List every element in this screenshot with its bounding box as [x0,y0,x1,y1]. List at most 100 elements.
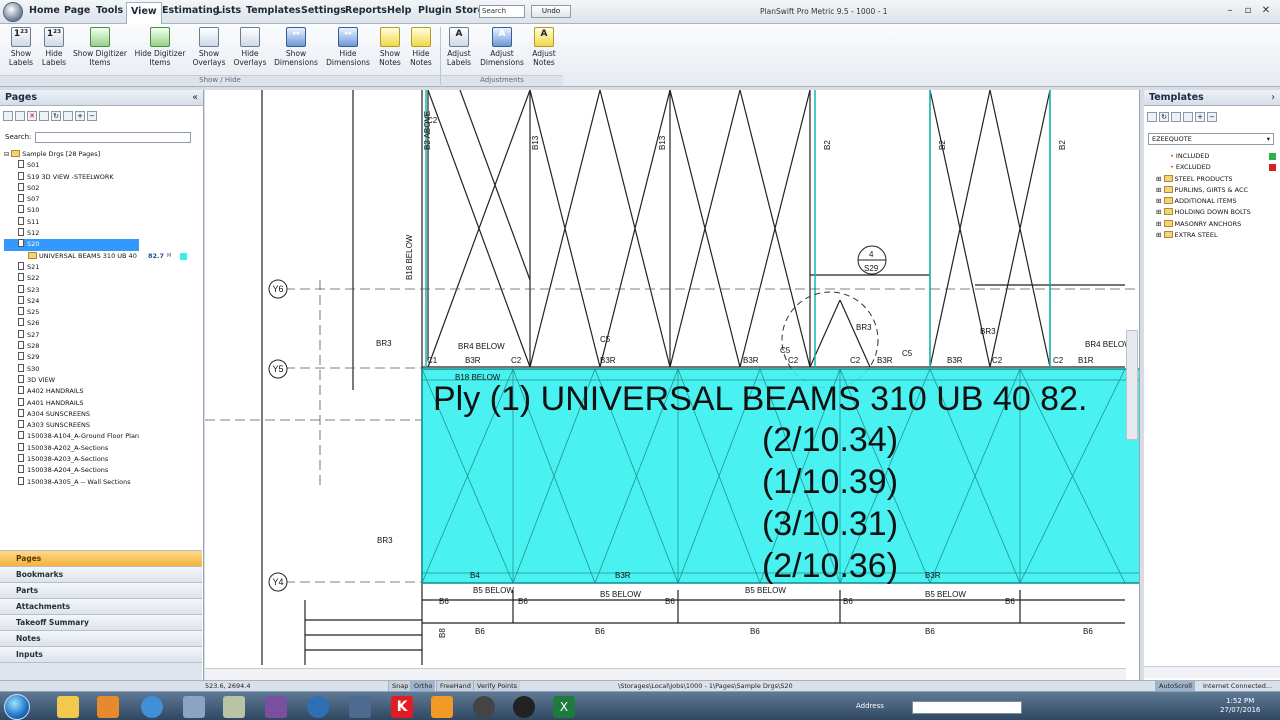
page-item[interactable]: 150038-A305_A -- Wall Sections [4,476,139,488]
page-item[interactable]: S28 [4,341,139,352]
menu-home[interactable]: Home [29,5,60,16]
page-item[interactable]: 150038-A203_A-Sections [4,454,139,465]
menu-lists[interactable]: Lists [216,5,241,16]
page-item[interactable]: S25 [4,307,139,318]
app-menu-button[interactable] [3,2,23,22]
collapse-all-icon[interactable]: − [1207,112,1217,122]
verify-points-toggle[interactable]: Verify Points [473,681,521,691]
taskbar-explorer[interactable] [50,694,86,719]
menu-settings[interactable]: Settings [301,5,346,16]
taskbar-ie[interactable] [134,694,170,719]
page-item[interactable]: S29 [4,352,139,363]
page-item[interactable]: S07 [4,194,139,205]
show-digitizer-button[interactable]: Show Digitizer Items [73,27,127,67]
page-item[interactable]: S10 [4,205,139,216]
close-icon[interactable]: ✕ [1258,5,1274,16]
properties-icon[interactable] [63,111,73,121]
template-folder[interactable]: ⊞ ADDITIONAL ITEMS [1150,196,1276,207]
taskbar-outlook[interactable] [424,694,460,719]
taskbar-app[interactable] [216,694,252,719]
freehand-toggle[interactable]: FreeHand [436,681,474,691]
template-folder[interactable]: ⊞ MASONRY ANCHORS [1150,219,1276,230]
template-item-excluded[interactable]: • EXCLUDED [1150,162,1276,173]
hide-overlays-button[interactable]: Hide Overlays [232,27,268,67]
taskbar-app[interactable] [258,694,294,719]
refresh-icon[interactable]: ↻ [1159,112,1169,122]
taskbar-app[interactable] [300,694,336,719]
nav-pages[interactable]: Pages [0,550,202,566]
page-item[interactable]: S26 [4,318,139,329]
page-item[interactable]: S24 [4,295,139,307]
page-item[interactable]: S12 [4,228,139,239]
template-dropdown[interactable]: EZEEQUOTE ▾ [1148,133,1274,145]
taskbar-app[interactable] [176,694,212,719]
open-icon[interactable] [1147,112,1157,122]
delete-icon[interactable]: ✕ [27,111,37,121]
autoscroll-toggle[interactable]: AutoScroll [1155,681,1195,691]
hide-dimensions-button[interactable]: ↔ Hide Dimensions [325,27,371,67]
taskbar-app[interactable] [466,694,502,719]
page-item[interactable]: S27 [4,329,139,341]
taskbar-app[interactable] [342,694,378,719]
page-item[interactable]: A303 SUNSCREENS [4,420,139,431]
clock[interactable]: 1:52 PM 27/07/2016 [1220,697,1260,715]
nav-attachments[interactable]: Attachments [0,598,202,614]
ortho-toggle[interactable]: Ortho [410,681,436,691]
pages-search-input[interactable] [35,132,191,143]
page-item[interactable]: A402 HANDRAILS [4,386,139,397]
template-folder[interactable]: ⊞ HOLDING DOWN BOLTS [1150,207,1276,218]
menu-reports[interactable]: Reports [345,5,387,16]
expand-icon[interactable]: + [75,111,85,121]
open-icon[interactable] [39,111,49,121]
vertical-scrollbar[interactable] [1126,330,1138,440]
taskbar-excel[interactable]: X [546,694,582,719]
page-item[interactable]: S01 [4,160,139,171]
templates-scrollbar[interactable] [1144,666,1280,678]
nav-bookmarks[interactable]: Bookmarks [0,566,202,582]
collapse-icon[interactable]: « [192,92,198,103]
taskbar-app[interactable]: K [384,694,420,719]
page-item[interactable]: 3D VIEW [4,374,139,386]
page-item[interactable]: S21 [4,261,139,273]
properties-icon[interactable] [1183,112,1193,122]
adjust-labels-button[interactable]: A Adjust Labels [444,27,474,67]
page-item[interactable]: S02 [4,182,139,194]
page-item[interactable]: S20 [4,239,140,251]
page-item[interactable]: 150038-A202_A-Sections [4,442,139,454]
show-notes-button[interactable]: Show Notes [376,27,404,67]
page-item[interactable]: S30 [4,363,139,375]
page-item[interactable]: UNIVERSAL BEAMS 310 UB 40 82.7 M [4,251,187,262]
show-labels-button[interactable]: 1²³ Show Labels [6,27,36,67]
page-item[interactable]: A304 SUNSCREENS [4,408,139,420]
menu-help[interactable]: Help [387,5,411,16]
template-folder[interactable]: ⊞ PURLINS, GIRTS & ACC [1150,185,1276,196]
collapse-all-icon[interactable]: − [87,111,97,121]
menu-estimating[interactable]: Estimating [162,5,220,16]
horizontal-scrollbar[interactable] [205,668,1126,680]
adjust-dimensions-button[interactable]: A Adjust Dimensions [479,27,525,67]
delete-icon[interactable] [1171,112,1181,122]
minimize-icon[interactable]: – [1222,5,1238,16]
page-item[interactable]: S19 3D VIEW -STEELWORK [4,171,139,183]
collapse-icon[interactable]: › [1271,92,1275,103]
search-input[interactable]: Search [479,5,525,18]
undo-button[interactable]: Undo [531,5,571,18]
menu-page[interactable]: Page [64,5,90,16]
page-item[interactable]: 150038-A204_A-Sections [4,465,139,476]
nav-takeoff-summary[interactable]: Takeoff Summary [0,614,202,630]
page-item[interactable]: 150038-A104_A-Ground Floor Plan [4,431,139,442]
start-button[interactable] [4,694,30,720]
new-page-icon[interactable] [15,111,25,121]
menu-templates[interactable]: Templates [246,5,301,16]
nav-notes[interactable]: Notes [0,630,202,646]
template-item-included[interactable]: • INCLUDED [1150,151,1276,162]
folder-icon[interactable] [3,111,13,121]
tree-root[interactable]: ⊟ Sample Drgs [28 Pages] [4,149,139,160]
taskbar-app[interactable] [506,694,542,719]
template-folder[interactable]: ⊞ STEEL PRODUCTS [1150,174,1276,185]
nav-parts[interactable]: Parts [0,582,202,598]
expand-icon[interactable]: + [1195,112,1205,122]
hide-digitizer-button[interactable]: Hide Digitizer Items [133,27,187,67]
snap-toggle[interactable]: Snap [388,681,412,691]
show-dimensions-button[interactable]: ↔ Show Dimensions [273,27,319,67]
